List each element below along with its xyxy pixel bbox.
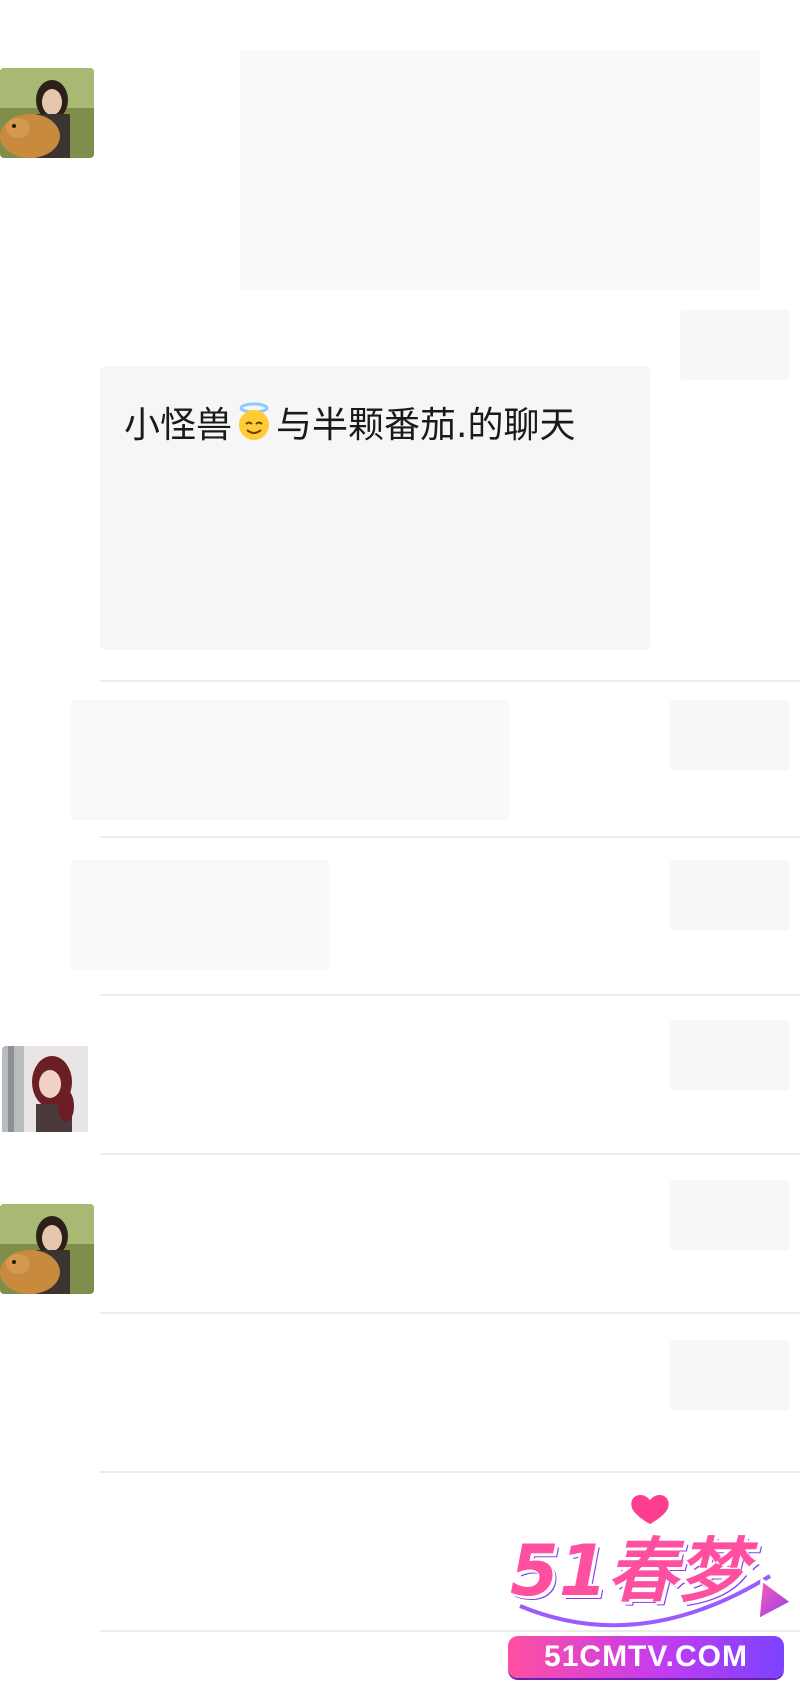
heart-icon xyxy=(631,1494,669,1524)
watermark-logo-text: 51春梦 xyxy=(510,1530,748,1612)
chat-title-rest: 与半颗番茄.的聊天 xyxy=(276,405,576,446)
timestamp-placeholder xyxy=(670,860,790,930)
site-watermark: 51春梦 51CMTV.COM xyxy=(500,1488,800,1692)
timestamp-placeholder xyxy=(670,700,790,770)
timestamp-placeholder xyxy=(670,1020,790,1090)
avatar-photo xyxy=(0,1204,94,1294)
timestamp-placeholder xyxy=(680,310,790,380)
row-divider xyxy=(100,680,800,682)
avatar-girl-with-dog[interactable] xyxy=(0,68,94,158)
avatar-girl-with-dog-2[interactable] xyxy=(0,1204,94,1294)
avatar-photo xyxy=(2,1046,88,1132)
forwarded-chat-title: 小怪兽 与半颗番茄.的聊天 xyxy=(124,396,640,448)
timestamp-placeholder xyxy=(670,1180,790,1250)
row-divider xyxy=(100,1312,800,1314)
watermark-domain: 51CMTV.COM xyxy=(508,1636,784,1678)
smiling-face-with-halo-icon xyxy=(234,402,274,442)
message-placeholder xyxy=(240,50,760,290)
message-placeholder xyxy=(70,700,510,820)
row-divider xyxy=(100,1471,800,1473)
avatar-girl-red-hair[interactable] xyxy=(2,1046,96,1136)
row-divider xyxy=(100,1153,800,1155)
row-divider xyxy=(100,994,800,996)
avatar-photo xyxy=(0,68,94,158)
row-divider xyxy=(100,836,800,838)
chat-participant-1: 小怪兽 xyxy=(124,405,233,446)
timestamp-placeholder xyxy=(670,1340,790,1410)
forwarded-chat-record-card[interactable]: 小怪兽 与半颗番茄.的聊天 xyxy=(100,366,650,650)
message-placeholder xyxy=(70,860,330,970)
